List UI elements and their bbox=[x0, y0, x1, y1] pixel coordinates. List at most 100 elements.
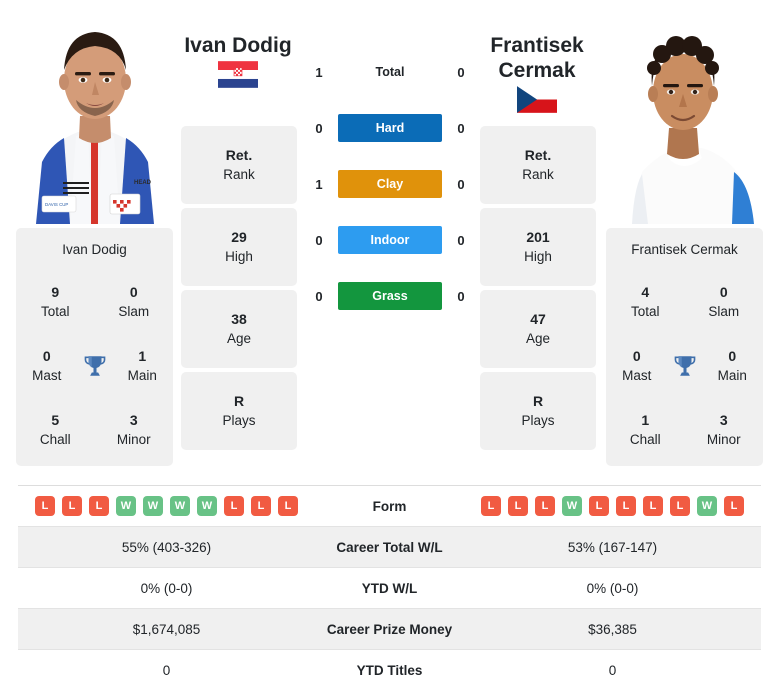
form-badge-loss: L bbox=[643, 496, 663, 516]
titles-mast-value: 0 bbox=[632, 348, 641, 364]
player-info-strip-right: Ret. Rank 201 High 47 Age R Plays bbox=[480, 126, 596, 454]
plays-value: R bbox=[532, 393, 544, 409]
titles-grid: 9 Total 0 Slam 0 Mast 1 Main 5 Chall 3 M… bbox=[16, 270, 173, 462]
titles-chall-label: Chall bbox=[629, 432, 661, 447]
table-row: 0 YTD Titles 0 bbox=[18, 649, 761, 691]
titles-minor-value: 3 bbox=[719, 412, 728, 428]
table-row: 55% (403-326) Career Total W/L 53% (167-… bbox=[18, 526, 761, 568]
age-value: 38 bbox=[231, 311, 247, 327]
career-total-wl-left: 55% (403-326) bbox=[18, 526, 315, 568]
czech-republic-flag-icon bbox=[517, 86, 557, 113]
form-badge-loss: L bbox=[670, 496, 690, 516]
titles-chall-value: 5 bbox=[51, 412, 60, 428]
titles-mast: 0 Mast bbox=[606, 346, 668, 386]
player-name-right-line1: Frantisek bbox=[490, 34, 584, 57]
svg-text:HEAD: HEAD bbox=[134, 180, 152, 186]
rank-label: Rank bbox=[522, 167, 554, 182]
titles-slam-value: 0 bbox=[129, 284, 138, 300]
table-row: 0% (0-0) YTD W/L 0% (0-0) bbox=[18, 567, 761, 609]
plays-label: Plays bbox=[222, 413, 256, 428]
h2h-right-score: 0 bbox=[457, 288, 465, 304]
trophy-icon bbox=[668, 353, 702, 379]
h2h-row: 1 Clay 0 bbox=[300, 170, 480, 198]
form-badge-loss: L bbox=[278, 496, 298, 516]
titles-chall-label: Chall bbox=[39, 432, 71, 447]
titles-minor: 3 Minor bbox=[95, 410, 174, 450]
career-prize-money-left: $1,674,085 bbox=[18, 608, 315, 650]
ytd-titles-left: 0 bbox=[18, 649, 315, 691]
player-comparison-panel: HEAD DAVIS CUP Ivan Dodig Frantisek Cerm… bbox=[0, 0, 779, 478]
h2h-surface-chip-clay[interactable]: Clay bbox=[338, 170, 442, 198]
player-titles-card-right: Frantisek Cermak 4 Total 0 Slam 0 Mast 0… bbox=[606, 228, 763, 466]
titles-total: 9 Total bbox=[16, 282, 95, 322]
titles-row: 4 Total 0 Slam bbox=[606, 270, 763, 334]
comparison-stats-table: LLLWWWWLLL Form LLLWLLLLWL 55% (403-326)… bbox=[18, 485, 761, 691]
titles-slam-label: Slam bbox=[708, 304, 740, 319]
card-player-name: Ivan Dodig bbox=[62, 242, 127, 257]
career-prize-money-right: $36,385 bbox=[464, 608, 761, 650]
card-player-name: Frantisek Cermak bbox=[631, 242, 738, 257]
svg-text:DAVIS CUP: DAVIS CUP bbox=[45, 202, 68, 207]
strip-cell-rank: Ret. Rank bbox=[181, 126, 297, 204]
trophy-icon bbox=[78, 353, 112, 379]
head-to-head-column: 1 Total 0 0 Hard 0 1 Clay 0 0 Indoor 0 0… bbox=[300, 58, 480, 338]
titles-minor-label: Minor bbox=[706, 432, 741, 447]
h2h-left-score: 0 bbox=[315, 232, 323, 248]
h2h-left-score: 1 bbox=[315, 176, 323, 192]
form-badge-win: W bbox=[143, 496, 163, 516]
titles-slam: 0 Slam bbox=[685, 282, 764, 322]
age-label: Age bbox=[525, 331, 551, 346]
titles-slam-value: 0 bbox=[719, 284, 728, 300]
titles-total-value: 9 bbox=[51, 284, 60, 300]
strip-cell-age: 47 Age bbox=[480, 290, 596, 368]
form-badge-loss: L bbox=[251, 496, 271, 516]
titles-grid: 4 Total 0 Slam 0 Mast 0 Main 1 Chall 3 M… bbox=[606, 270, 763, 462]
plays-label: Plays bbox=[521, 413, 555, 428]
form-badge-loss: L bbox=[508, 496, 528, 516]
form-badge-loss: L bbox=[535, 496, 555, 516]
strip-cell-high: 29 High bbox=[181, 208, 297, 286]
row-label: Career Total W/L bbox=[315, 526, 464, 568]
career-total-wl-right: 53% (167-147) bbox=[464, 526, 761, 568]
h2h-surface-chip-grass[interactable]: Grass bbox=[338, 282, 442, 310]
h2h-right-score: 0 bbox=[457, 176, 465, 192]
h2h-right-score: 0 bbox=[457, 232, 465, 248]
titles-main-label: Main bbox=[127, 368, 157, 383]
high-label: High bbox=[225, 249, 253, 264]
titles-slam-label: Slam bbox=[118, 304, 150, 319]
h2h-left-score: 0 bbox=[315, 120, 323, 136]
h2h-right-score: 0 bbox=[457, 64, 465, 80]
form-badge-loss: L bbox=[724, 496, 744, 516]
titles-mast: 0 Mast bbox=[16, 346, 78, 386]
titles-main: 1 Main bbox=[112, 346, 174, 386]
form-badge-win: W bbox=[697, 496, 717, 516]
titles-row: 5 Chall 3 Minor bbox=[16, 398, 173, 462]
form-badge-loss: L bbox=[89, 496, 109, 516]
form-cell-left: LLLWWWWLLL bbox=[18, 485, 315, 527]
form-badge-loss: L bbox=[62, 496, 82, 516]
titles-mast-label: Mast bbox=[32, 368, 62, 383]
titles-row: 9 Total 0 Slam bbox=[16, 270, 173, 334]
player-titles-card-left: Ivan Dodig 9 Total 0 Slam 0 Mast 1 Main … bbox=[16, 228, 173, 466]
form-badge-win: W bbox=[116, 496, 136, 516]
form-badge-loss: L bbox=[616, 496, 636, 516]
h2h-surface-chip-indoor[interactable]: Indoor bbox=[338, 226, 442, 254]
h2h-left-score: 1 bbox=[315, 64, 323, 80]
ytd-wl-right: 0% (0-0) bbox=[464, 567, 761, 609]
titles-chall: 5 Chall bbox=[16, 410, 95, 450]
h2h-surface-chip-hard[interactable]: Hard bbox=[338, 114, 442, 142]
strip-cell-age: 38 Age bbox=[181, 290, 297, 368]
form-cell-right: LLLWLLLLWL bbox=[464, 485, 761, 527]
titles-main-value: 1 bbox=[138, 348, 147, 364]
titles-row: 1 Chall 3 Minor bbox=[606, 398, 763, 462]
titles-minor-value: 3 bbox=[129, 412, 138, 428]
form-badge-loss: L bbox=[35, 496, 55, 516]
rank-value: Ret. bbox=[225, 147, 253, 163]
titles-chall-value: 1 bbox=[641, 412, 650, 428]
titles-total-value: 4 bbox=[641, 284, 650, 300]
plays-value: R bbox=[233, 393, 245, 409]
row-label: Career Prize Money bbox=[315, 608, 464, 650]
titles-mast-value: 0 bbox=[42, 348, 51, 364]
titles-total-label: Total bbox=[40, 304, 70, 319]
form-badge-win: W bbox=[562, 496, 582, 516]
